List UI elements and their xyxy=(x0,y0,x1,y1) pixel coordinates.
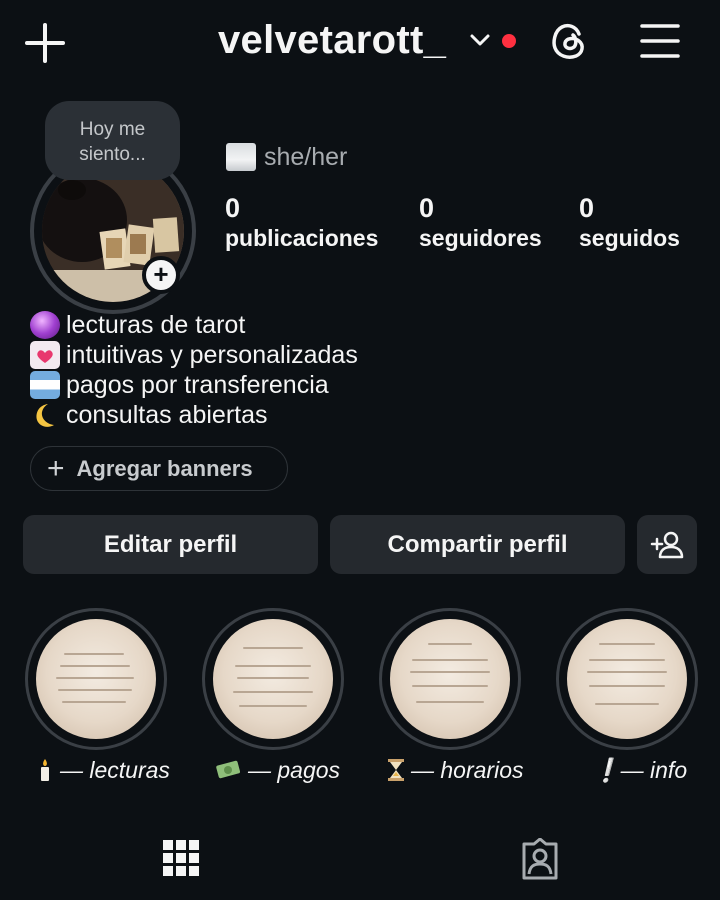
edit-profile-button[interactable]: Editar perfil xyxy=(23,515,318,574)
hourglass-icon xyxy=(385,758,407,782)
share-profile-button[interactable]: Compartir perfil xyxy=(330,515,625,574)
note-bubble[interactable]: Hoy me siento... xyxy=(45,101,180,180)
bio-text: consultas abiertas xyxy=(66,401,268,429)
pronoun: she/her xyxy=(264,143,348,171)
add-banners-label: Agregar banners xyxy=(76,455,253,481)
bio-line: intuitivas y personalizadas xyxy=(30,340,358,370)
stat-label: seguidos xyxy=(579,225,680,251)
tagged-icon[interactable] xyxy=(518,838,562,882)
stat-value: 0 xyxy=(579,193,595,223)
add-story-button[interactable]: + xyxy=(142,256,180,294)
notification-dot xyxy=(502,34,516,48)
highlight-cover xyxy=(213,619,333,739)
heart-letter-icon xyxy=(30,341,60,369)
highlight-cover xyxy=(36,619,156,739)
add-banners-button[interactable]: + Agregar banners xyxy=(30,446,288,491)
stat-label: seguidores xyxy=(419,225,542,251)
menu-icon[interactable] xyxy=(638,20,682,64)
chevron-down-icon[interactable] xyxy=(466,26,494,54)
create-plus-icon[interactable] xyxy=(22,20,68,66)
money-icon xyxy=(214,758,244,782)
plus-icon: + xyxy=(47,451,65,485)
candle-icon xyxy=(34,758,56,782)
stat-following[interactable]: 0 seguidos xyxy=(579,193,680,253)
bio-text: lecturas de tarot xyxy=(66,311,246,339)
highlight-label-lecturas[interactable]: — lecturas xyxy=(34,755,170,785)
cloud-emoji-icon xyxy=(226,143,256,171)
highlight-cover xyxy=(567,619,687,739)
crescent-moon-icon xyxy=(30,401,60,429)
top-bar: velvetarott_ xyxy=(0,0,720,90)
bio-line: consultas abiertas xyxy=(30,400,268,430)
bio-line: pagos por transferencia xyxy=(30,370,329,400)
bio-text: intuitivas y personalizadas xyxy=(66,341,358,369)
highlight-label-pagos[interactable]: — pagos xyxy=(214,755,340,785)
stat-posts[interactable]: 0 publicaciones xyxy=(225,193,378,253)
crystal-ball-icon xyxy=(30,311,60,339)
highlight-cover xyxy=(390,619,510,739)
bio-text: pagos por transferencia xyxy=(66,371,329,399)
grid-icon[interactable] xyxy=(163,838,199,882)
discover-people-button[interactable] xyxy=(637,515,697,574)
highlight-label-info[interactable]: ❕— info xyxy=(592,755,687,785)
argentina-flag-icon xyxy=(30,371,60,399)
stat-value: 0 xyxy=(225,193,241,223)
highlight-label-horarios[interactable]: — horarios xyxy=(385,755,523,785)
stat-followers[interactable]: 0 seguidores xyxy=(419,193,542,253)
stat-value: 0 xyxy=(419,193,435,223)
bio-line: lecturas de tarot xyxy=(30,310,245,340)
add-person-icon xyxy=(650,531,684,558)
threads-icon[interactable] xyxy=(546,18,592,64)
stat-label: publicaciones xyxy=(225,225,379,251)
username[interactable]: velvetarott_ xyxy=(218,17,446,63)
